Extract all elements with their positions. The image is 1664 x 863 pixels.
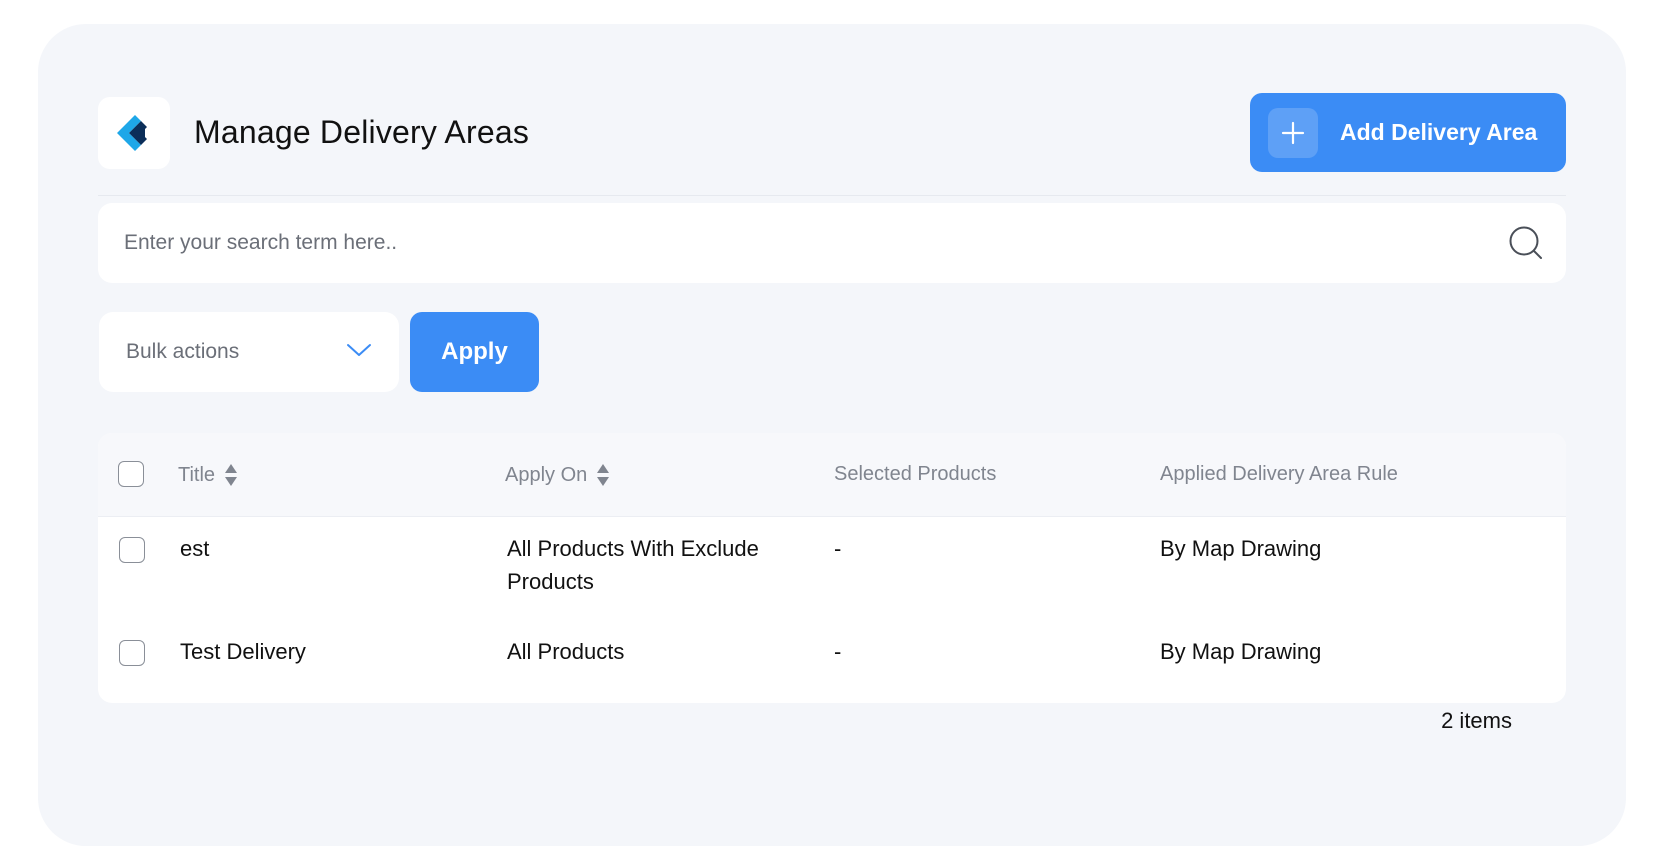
sort-icon[interactable] xyxy=(596,463,610,487)
brand-logo-icon xyxy=(117,115,147,151)
chevron-down-icon xyxy=(347,344,371,356)
delivery-areas-table: Title Apply On Selected Products Applied… xyxy=(98,433,1566,703)
apply-button[interactable]: Apply xyxy=(410,312,539,392)
row-checkbox[interactable] xyxy=(119,537,145,563)
search-bar xyxy=(98,203,1566,283)
bulk-actions-value: Bulk actions xyxy=(126,340,240,363)
page-header: Manage Delivery Areas Add Delivery Area xyxy=(98,70,1566,196)
row-rule: By Map Drawing xyxy=(1160,639,1322,664)
column-selected-products-label: Selected Products xyxy=(834,463,997,485)
column-title-label: Title xyxy=(178,463,216,486)
main-panel: Manage Delivery Areas Add Delivery Area … xyxy=(38,24,1626,846)
row-apply-on: All Products xyxy=(507,639,625,664)
add-delivery-area-label: Add Delivery Area xyxy=(1340,119,1538,145)
column-header-title[interactable]: Title xyxy=(178,463,238,487)
column-rule-label: Applied Delivery Area Rule xyxy=(1160,463,1398,485)
column-apply-on-label: Apply On xyxy=(505,463,588,486)
row-title[interactable]: Test Delivery xyxy=(180,635,306,668)
column-header-apply-on[interactable]: Apply On xyxy=(505,463,610,487)
item-count: 2 items xyxy=(1441,708,1512,733)
plus-icon xyxy=(1268,107,1318,158)
select-all-checkbox[interactable] xyxy=(118,461,144,487)
page-title: Manage Delivery Areas xyxy=(194,114,530,150)
bulk-actions-select[interactable]: Bulk actions xyxy=(99,312,399,392)
table-header: Title Apply On Selected Products Applied… xyxy=(98,433,1566,517)
column-header-rule: Applied Delivery Area Rule xyxy=(1160,463,1398,486)
add-delivery-area-button[interactable]: Add Delivery Area xyxy=(1250,93,1566,172)
row-selected-products: - xyxy=(834,536,842,561)
column-header-selected-products: Selected Products xyxy=(834,463,996,486)
row-rule: By Map Drawing xyxy=(1160,536,1322,561)
search-icon[interactable] xyxy=(1508,225,1544,261)
row-selected-products: - xyxy=(834,639,842,664)
brand-logo xyxy=(98,97,170,169)
search-input[interactable] xyxy=(98,203,1566,283)
row-checkbox[interactable] xyxy=(119,640,145,666)
row-title[interactable]: est xyxy=(180,532,209,565)
sort-icon[interactable] xyxy=(224,463,238,487)
row-apply-on: All Products With Exclude Products xyxy=(507,536,759,594)
